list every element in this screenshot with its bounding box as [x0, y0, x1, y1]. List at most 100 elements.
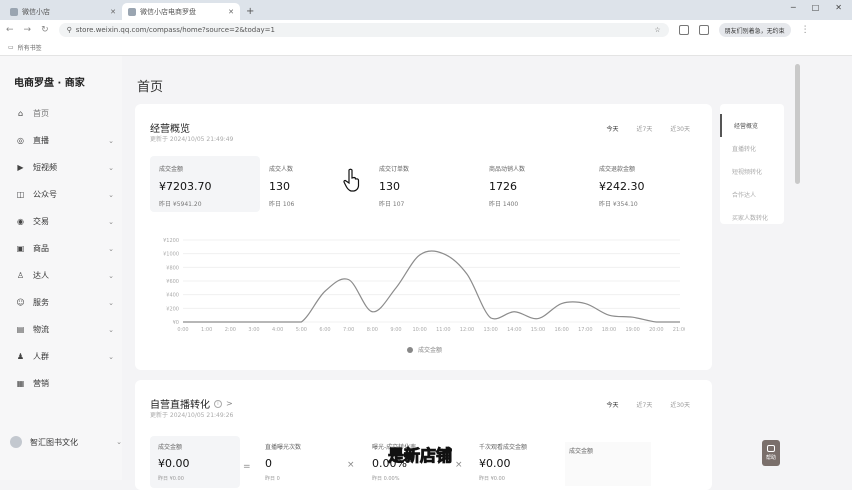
sidebar-item-label: 人群 [33, 351, 49, 362]
sidebar-item[interactable]: ◫ 公众号 ⌄ [10, 181, 120, 208]
new-tab-button[interactable]: + [246, 6, 254, 17]
back-icon[interactable]: ← [6, 25, 14, 35]
x-tick-label: 18:00 [602, 327, 616, 333]
kpi-label: 成交订单数 [379, 164, 471, 173]
browser-tab-active[interactable]: 微信小店电商罗盘 ✕ [122, 3, 240, 20]
url-text: store.weixin.qq.com/compass/home?source=… [76, 26, 275, 34]
x-tick-label: 20:00 [649, 327, 663, 333]
kpi-tile[interactable]: 商品动销人数 1726 昨日 1400 [480, 156, 590, 212]
kpi-tile[interactable]: 成交订单数 130 昨日 107 [370, 156, 480, 212]
y-tick-label: ¥600 [166, 279, 179, 285]
kpi-value: 130 [379, 180, 471, 193]
browser-tab[interactable]: 微信小店 ✕ [4, 3, 122, 20]
kpi-previous: 昨日 ¥0.00 [479, 475, 553, 482]
anchor-nav-item[interactable]: 经营概览 [720, 114, 784, 137]
chevron-down-icon: ⌄ [108, 137, 114, 145]
live-title-row[interactable]: 自营直播转化 i > [150, 396, 233, 411]
kpi-label: 成交金额 [159, 164, 251, 173]
goods-icon: ▣ [16, 244, 25, 253]
favicon-icon [128, 8, 136, 16]
close-tab-icon[interactable]: ✕ [110, 8, 116, 16]
maximize-icon[interactable]: □ [812, 3, 820, 12]
close-window-icon[interactable]: ✕ [835, 3, 842, 12]
live-side-panel: 成交金额 [565, 442, 651, 486]
bookmark-all[interactable]: 所有书签 [18, 43, 42, 52]
x-tick-label: 17:00 [578, 327, 592, 333]
trade-icon: ◉ [16, 217, 25, 226]
sidebar-item-label: 营销 [33, 378, 49, 389]
kpi-value: ¥0.00 [158, 457, 232, 470]
anchor-nav-item[interactable]: 直播转化 [720, 137, 784, 160]
sidebar-item[interactable]: ☺ 服务 ⌄ [10, 289, 120, 316]
logistics-icon: ▤ [16, 325, 25, 334]
kpi-previous: 昨日 ¥5941.20 [159, 199, 251, 208]
range-7d[interactable]: 近7天 [637, 400, 653, 409]
chevron-down-icon: ⌄ [116, 438, 122, 446]
kpi-tile[interactable]: 成交金额 ¥7203.70 昨日 ¥5941.20 [150, 156, 260, 212]
help-button[interactable]: 帮助 [762, 440, 780, 466]
sidebar-item[interactable]: ▣ 商品 ⌄ [10, 235, 120, 262]
profile-button[interactable]: 朋友们别着急，无约束 [719, 23, 791, 37]
range-today[interactable]: 今天 [607, 400, 619, 409]
y-tick-label: ¥1200 [163, 238, 179, 244]
live-kpi-tile[interactable]: 千次观看成交金额 ¥0.00 昨日 ¥0.00 [471, 436, 561, 488]
info-icon[interactable]: i [214, 400, 222, 408]
service-icon: ☺ [16, 298, 25, 307]
forward-icon[interactable]: → [24, 25, 32, 35]
sidebar-item[interactable]: ◎ 直播 ⌄ [10, 127, 120, 154]
kpi-previous: 昨日 107 [379, 199, 471, 208]
live-kpi-tile[interactable]: 直播曝光次数 0 昨日 0 [257, 436, 347, 488]
x-tick-label: 10:00 [412, 327, 426, 333]
kpi-value: 1726 [489, 180, 581, 193]
reload-icon[interactable]: ↻ [41, 25, 49, 35]
sidebar-item[interactable]: ▤ 物流 ⌄ [10, 316, 120, 343]
sidebar-item[interactable]: ◉ 交易 ⌄ [10, 208, 120, 235]
sidebar: 电商罗盘 · 商家 ⌂ 首页 ◎ 直播 ⌄▶ 短视频 ⌄◫ 公众号 ⌄◉ 交易 … [0, 56, 122, 480]
live-kpi-tile[interactable]: 成交金额 ¥0.00 昨日 ¥0.00 [150, 436, 240, 488]
range-7d[interactable]: 近7天 [637, 124, 653, 133]
range-30d[interactable]: 近30天 [670, 400, 690, 409]
close-tab-icon[interactable]: ✕ [228, 8, 234, 16]
sidebar-item[interactable]: ♙ 达人 ⌄ [10, 262, 120, 289]
kpi-label: 直播曝光次数 [265, 442, 339, 451]
sidebar-item[interactable]: ▦ 营销 [10, 370, 120, 397]
kpi-tile[interactable]: 成交退款金额 ¥242.30 昨日 ¥354.10 [590, 156, 700, 212]
sidebar-item[interactable]: ▶ 短视频 ⌄ [10, 154, 120, 181]
shop-name: 智汇图书文化 [30, 437, 78, 448]
url-field[interactable]: ⚲ store.weixin.qq.com/compass/home?sourc… [59, 23, 669, 37]
range-today[interactable]: 今天 [607, 124, 619, 133]
video-caption: 是新店铺 [388, 442, 452, 466]
extensions-icon[interactable] [679, 25, 689, 35]
address-bar-row: ← → ↻ ⚲ store.weixin.qq.com/compass/home… [0, 20, 852, 40]
shop-switcher[interactable]: 智汇图书文化 ⌄ [10, 436, 122, 448]
site-info-icon[interactable]: ⚲ [67, 26, 72, 34]
bookmarks-bar: ▭ 所有书签 [0, 40, 852, 56]
sidebar-item[interactable]: ⌂ 首页 [10, 100, 120, 127]
chevron-right-icon[interactable]: > [226, 399, 233, 408]
anchor-nav-item[interactable]: 合作达人 [720, 183, 784, 206]
tab-title: 微信小店 [22, 7, 106, 17]
split-view-icon[interactable] [699, 25, 709, 35]
page-scrollbar[interactable] [795, 64, 800, 184]
hand-cursor-icon [343, 168, 361, 192]
sidebar-item[interactable]: ♟ 人群 ⌄ [10, 343, 120, 370]
kpi-value: ¥242.30 [599, 180, 691, 193]
chart-legend[interactable]: 成交金额 [407, 345, 442, 354]
y-tick-label: ¥0 [173, 320, 179, 326]
legend-label: 成交金额 [418, 345, 442, 354]
home-icon: ⌂ [16, 109, 25, 118]
kpi-previous: 昨日 106 [269, 199, 361, 208]
help-label: 帮助 [766, 454, 776, 461]
kpi-label: 商品动销人数 [489, 164, 581, 173]
menu-icon[interactable]: ⋮ [801, 25, 810, 35]
anchor-nav-item[interactable]: 买家人数转化 [720, 206, 784, 229]
minimize-icon[interactable]: ─ [791, 3, 796, 12]
x-tick-label: 13:00 [483, 327, 497, 333]
anchor-nav-item[interactable]: 短视频转化 [720, 160, 784, 183]
kpi-value: ¥7203.70 [159, 180, 251, 193]
range-30d[interactable]: 近30天 [670, 124, 690, 133]
bookmark-star-icon[interactable]: ☆ [654, 26, 660, 34]
kpi-value: ¥0.00 [479, 457, 553, 470]
sidebar-item-label: 交易 [33, 216, 49, 227]
y-tick-label: ¥800 [166, 265, 179, 271]
